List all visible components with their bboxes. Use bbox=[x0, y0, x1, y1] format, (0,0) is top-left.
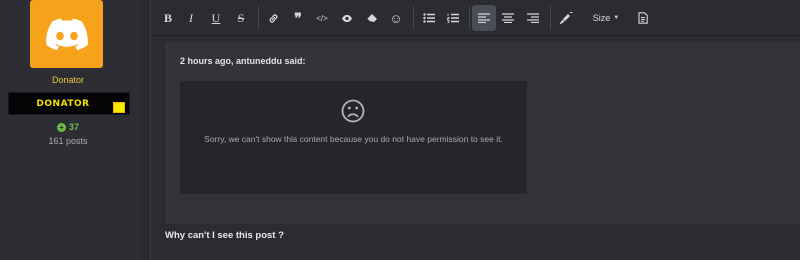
align-center-button[interactable] bbox=[497, 5, 519, 31]
brush-icon bbox=[560, 11, 573, 24]
align-left-icon bbox=[478, 13, 490, 23]
numbered-list-button[interactable] bbox=[442, 5, 464, 31]
link-icon bbox=[269, 13, 277, 23]
drafts-button[interactable] bbox=[632, 5, 654, 31]
code-icon: </> bbox=[316, 13, 328, 23]
permission-message: Sorry, we can't show this content becaus… bbox=[204, 134, 503, 144]
remove-format-button[interactable] bbox=[361, 5, 383, 31]
user-panel: Donator DONATOR + 37 161 posts bbox=[0, 0, 140, 260]
spoiler-button[interactable] bbox=[336, 5, 358, 31]
smiley-icon: ☺ bbox=[389, 10, 403, 26]
plus-circle-icon: + bbox=[56, 122, 66, 132]
user-title: Donator bbox=[51, 75, 85, 85]
restricted-content-box: Sorry, we can't show this content becaus… bbox=[180, 81, 527, 194]
toolbar-divider bbox=[413, 6, 414, 30]
banner-text: DONATOR bbox=[36, 98, 90, 109]
bullet-list-button[interactable] bbox=[418, 5, 440, 31]
rich-text-editor: B I U S ❞ </> ☺ Size ▼ 2 hours ago, antu… bbox=[150, 0, 800, 260]
quote-button[interactable]: ❞ bbox=[287, 5, 309, 31]
toolbar-divider bbox=[550, 6, 551, 30]
font-size-dropdown[interactable]: Size ▼ bbox=[589, 5, 623, 31]
italic-button[interactable]: I bbox=[180, 5, 202, 31]
document-icon bbox=[638, 12, 648, 24]
align-left-button[interactable] bbox=[472, 5, 496, 31]
chevron-down-icon: ▼ bbox=[613, 15, 620, 21]
code-button[interactable]: </> bbox=[311, 5, 333, 31]
avatar[interactable] bbox=[30, 0, 103, 68]
reply-text[interactable]: Why can't I see this post ? bbox=[165, 230, 284, 241]
align-right-icon bbox=[527, 13, 539, 23]
donator-banner: DONATOR bbox=[8, 92, 130, 115]
editor-content[interactable]: 2 hours ago, antuneddu said: Sorry, we c… bbox=[151, 37, 800, 260]
quote-icon: ❞ bbox=[294, 9, 302, 26]
quote-block: 2 hours ago, antuneddu said: Sorry, we c… bbox=[166, 42, 800, 224]
font-size-label: Size bbox=[592, 13, 611, 23]
align-center-icon bbox=[502, 13, 514, 23]
underline-button[interactable]: U bbox=[205, 5, 227, 31]
text-color-button[interactable] bbox=[555, 5, 577, 31]
bold-button[interactable]: B bbox=[157, 5, 179, 31]
strikethrough-button[interactable]: S bbox=[230, 5, 252, 31]
numbered-list-icon bbox=[447, 13, 459, 23]
eye-icon bbox=[342, 14, 352, 22]
eraser-icon bbox=[366, 14, 377, 23]
bullet-list-icon bbox=[423, 13, 435, 23]
link-button[interactable] bbox=[262, 5, 284, 31]
editor-toolbar: B I U S ❞ </> ☺ Size ▼ bbox=[151, 0, 800, 36]
post-count: 161 posts bbox=[48, 136, 88, 146]
align-right-button[interactable] bbox=[522, 5, 544, 31]
smilies-button[interactable]: ☺ bbox=[385, 5, 407, 31]
banner-badge-icon bbox=[113, 102, 125, 113]
discord-icon bbox=[45, 18, 88, 50]
quote-attribution[interactable]: 2 hours ago, antuneddu said: bbox=[180, 56, 306, 66]
reaction-score[interactable]: + 37 bbox=[0, 122, 136, 132]
frown-icon bbox=[341, 99, 365, 123]
toolbar-divider bbox=[258, 6, 259, 30]
reaction-score-value: 37 bbox=[68, 122, 79, 132]
toolbar-divider bbox=[469, 6, 470, 30]
